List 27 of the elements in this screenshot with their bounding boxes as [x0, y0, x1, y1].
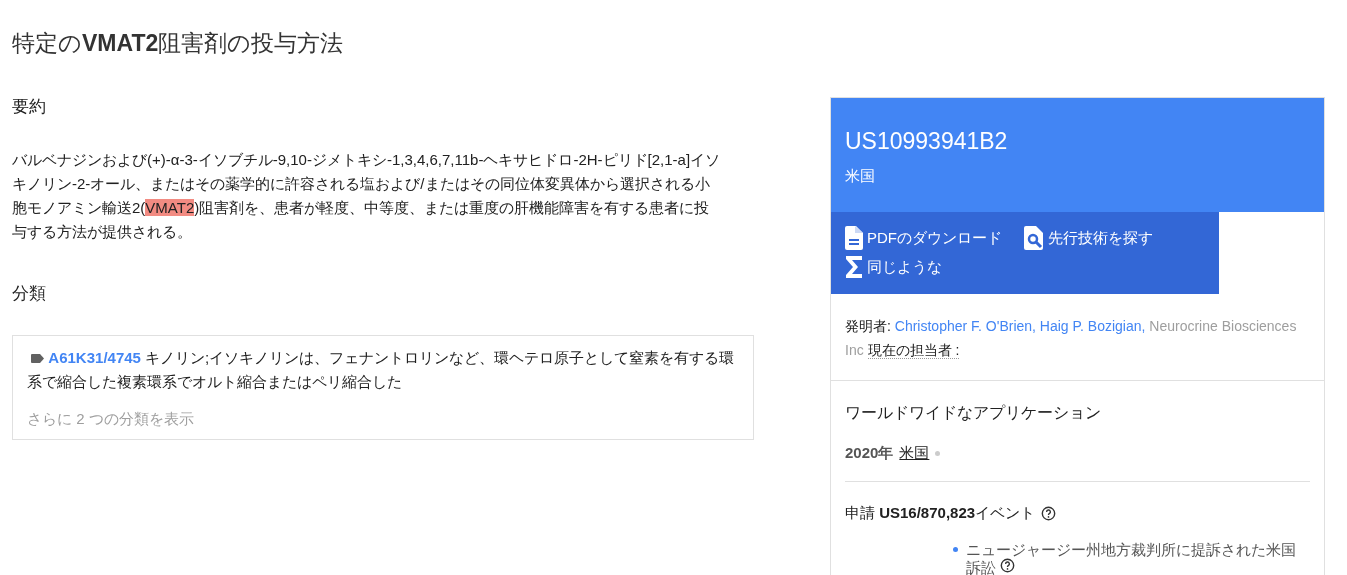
section-heading: 分類 [12, 283, 47, 305]
section-heading: 要約 [12, 96, 47, 118]
patent-number: US10993941B2 [845, 128, 1009, 155]
page-title: 特定のVMAT2阻害剤の投与方法 [12, 29, 345, 58]
help-icon[interactable] [1000, 558, 1016, 573]
application-title: 申請 US16/870,823イベント [845, 504, 1036, 523]
inventors-text: 発明者: Christopher F. O'Brien, Haig P. Bozigian, Neurocrine Biosciences Inc 現在の担当者 : [845, 317, 1298, 361]
event-link[interactable]: ニュージャージー州地方裁判所に提訴された米国訴訟 [966, 541, 1303, 575]
patent-country: 米国 [845, 167, 876, 186]
inventor-link[interactable]: Christopher F. O'Brien, [894, 318, 1036, 334]
action-link[interactable]: PDFのダウンロード [845, 226, 1002, 250]
classification-text: A61K31/4745 キノリン;イソキノリンは、フェナントロリンなど、環ヘテロ原子として窒素を有する環系で縮合した複素環系でオルト縮合またはペリ縮合した [27, 348, 736, 392]
status-dot [935, 451, 941, 456]
bullet-icon [953, 547, 958, 552]
sigma-icon [845, 256, 863, 278]
action-link[interactable]: 同じような [845, 256, 942, 278]
tag-icon [31, 354, 45, 363]
section-heading: ワールドワイドなアプリケーション [845, 403, 1102, 423]
country-link[interactable]: 米国 [899, 444, 930, 463]
document-icon [845, 226, 863, 250]
help-icon[interactable] [1041, 506, 1057, 521]
classification-link[interactable]: A61K31/4745 [48, 349, 141, 366]
action-link[interactable]: 先行技術を探す [1024, 226, 1153, 250]
inventor-link[interactable]: Haig P. Bozigian, [1039, 318, 1146, 334]
search-document-icon [1024, 226, 1044, 250]
show-more-link[interactable]: さらに 2 つの分類を表示 [27, 410, 739, 429]
year-label: 2020年 [845, 444, 894, 463]
